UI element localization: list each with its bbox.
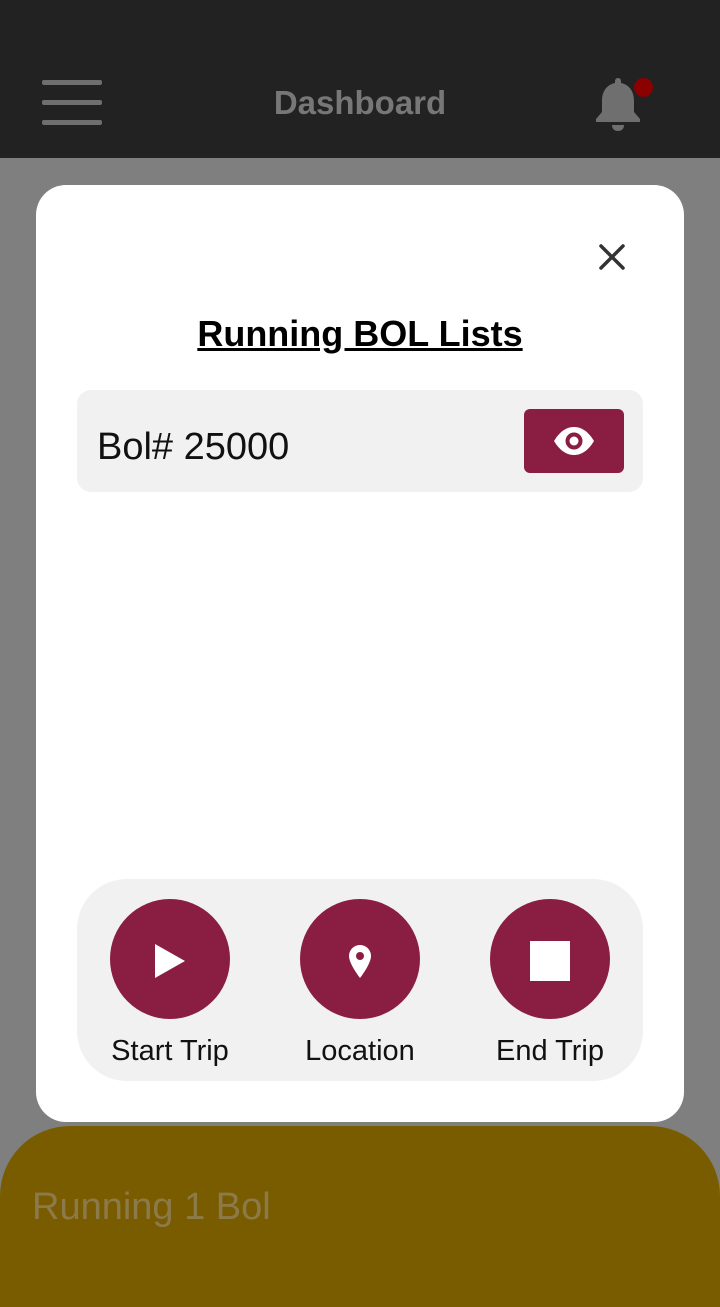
location-button[interactable]: Location [285,899,435,1069]
end-trip-circle[interactable] [490,899,610,1019]
notification-dot [634,78,653,97]
start-trip-label: Start Trip [111,1035,229,1067]
bol-number: Bol# 25000 [97,426,290,468]
running-bol-modal: Running BOL Lists Bol# 25000 Start Trip [36,185,684,1122]
running-bol-label: Running 1 Bol [32,1186,271,1228]
start-trip-button[interactable]: Start Trip [95,899,245,1069]
start-trip-circle[interactable] [110,899,230,1019]
play-icon [155,944,185,978]
location-label: Location [305,1035,415,1067]
close-icon[interactable] [592,237,632,277]
running-bol-bar[interactable]: Running 1 Bol [0,1126,720,1307]
bell-icon[interactable] [590,74,653,134]
map-pin-icon [349,945,371,978]
list-item: Bol# 25000 [77,390,643,492]
stop-icon [530,941,570,981]
location-circle[interactable] [300,899,420,1019]
eye-icon [554,427,594,455]
view-bol-button[interactable] [524,409,624,473]
modal-title: Running BOL Lists [197,313,523,354]
app-screen: Dashboard Running 1 Bol Running BOL List… [0,0,720,1307]
end-trip-button[interactable]: End Trip [475,899,625,1069]
top-app-bar: Dashboard [0,0,720,158]
end-trip-label: End Trip [496,1035,604,1067]
trip-actions-panel: Start Trip Location End Trip [77,879,643,1081]
